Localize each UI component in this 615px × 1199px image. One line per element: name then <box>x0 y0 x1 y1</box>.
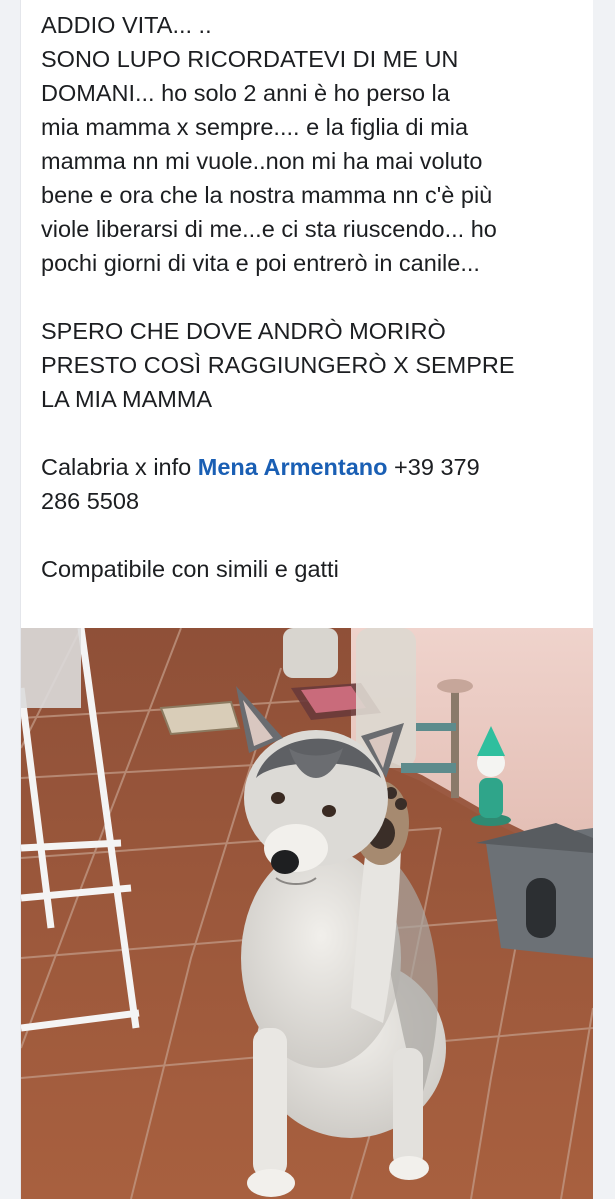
dog-photo-illustration <box>21 628 593 1199</box>
rug <box>159 700 241 736</box>
post-photo[interactable] <box>21 628 593 1199</box>
post-paragraph-story: SONO LUPO RICORDATEVI DI ME UN DOMANI...… <box>41 46 497 276</box>
post-heading: ADDIO VITA... .. <box>41 12 212 38</box>
post-text: ADDIO VITA... .. SONO LUPO RICORDATEVI D… <box>41 8 581 586</box>
post-paragraph-hope: SPERO CHE DOVE ANDRÒ MORIRÒ PRESTO COSÌ … <box>41 318 515 412</box>
left-gutter <box>0 0 21 1199</box>
post-compatibility: Compatibile con simili e gatti <box>41 556 339 582</box>
post-card: ADDIO VITA... .. SONO LUPO RICORDATEVI D… <box>21 0 593 1199</box>
cat-tree <box>451 688 459 798</box>
contact-mention-link[interactable]: Mena Armentano <box>198 454 388 480</box>
right-gutter <box>593 0 615 1199</box>
post-contact: Calabria x info Mena Armentano +39 379 2… <box>41 450 581 518</box>
statue-base <box>283 628 338 678</box>
contact-prefix: Calabria x info <box>41 454 198 480</box>
